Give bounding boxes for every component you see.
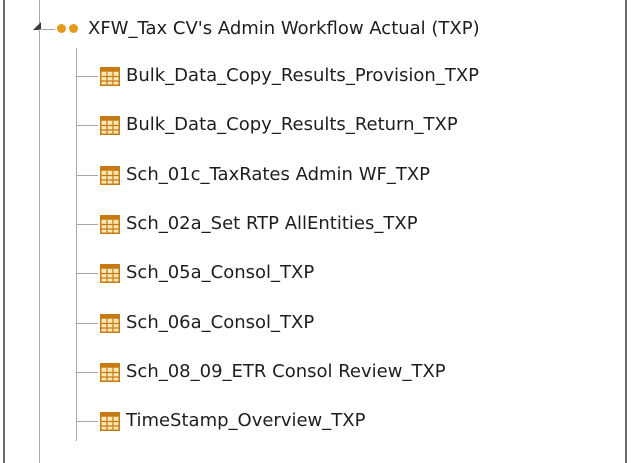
tree-guide-line xyxy=(76,372,98,373)
table-icon xyxy=(100,363,120,382)
table-icon xyxy=(100,67,120,86)
tree-child-node[interactable]: Sch_02a_Set RTP AllEntities_TXP xyxy=(5,205,625,245)
tree-guide-line xyxy=(76,125,98,126)
tree-child-label[interactable]: Sch_06a_Consol_TXP xyxy=(126,310,314,336)
tree-child-node[interactable]: Bulk_Data_Copy_Results_Return_TXP xyxy=(5,106,625,146)
tree-child-label[interactable]: TimeStamp_Overview_TXP xyxy=(126,408,365,434)
tree-guide-line xyxy=(76,76,98,77)
tree-child-label[interactable]: Sch_05a_Consol_TXP xyxy=(126,260,314,286)
tree-child-node[interactable]: Sch_05a_Consol_TXP xyxy=(5,254,625,294)
tree-guide-line xyxy=(39,29,55,30)
tree-root-label[interactable]: XFW_Tax CV's Admin Workflow Actual (TXP) xyxy=(88,16,480,42)
tree-root-node[interactable]: XFW_Tax CV's Admin Workflow Actual (TXP) xyxy=(5,12,625,46)
tree-panel: XFW_Tax CV's Admin Workflow Actual (TXP)… xyxy=(3,0,627,463)
tree-child-label[interactable]: Bulk_Data_Copy_Results_Return_TXP xyxy=(126,112,458,138)
table-icon xyxy=(100,215,120,234)
tree-child-node[interactable]: Sch_08_09_ETR Consol Review_TXP xyxy=(5,353,625,393)
tree-child-label[interactable]: Sch_01c_TaxRates Admin WF_TXP xyxy=(126,162,430,188)
tree-guide-line xyxy=(76,273,98,274)
tree-child-node[interactable]: Bulk_Data_Copy_Results_Provision_TXP xyxy=(5,57,625,97)
tree-child-node[interactable]: Sch_06a_Consol_TXP xyxy=(5,304,625,344)
workflow-dots-icon xyxy=(57,24,83,34)
tree-child-node[interactable]: Sch_01c_TaxRates Admin WF_TXP xyxy=(5,156,625,196)
tree-guide-line xyxy=(76,323,98,324)
tree-child-node[interactable]: TimeStamp_Overview_TXP xyxy=(5,402,625,442)
table-icon xyxy=(100,264,120,283)
tree-guide-line xyxy=(76,175,98,176)
tree-child-label[interactable]: Sch_08_09_ETR Consol Review_TXP xyxy=(126,359,446,385)
table-icon xyxy=(100,166,120,185)
table-icon xyxy=(100,412,120,431)
tree-child-label[interactable]: Bulk_Data_Copy_Results_Provision_TXP xyxy=(126,63,479,89)
table-icon xyxy=(100,314,120,333)
tree-guide-line xyxy=(76,224,98,225)
tree-child-label[interactable]: Sch_02a_Set RTP AllEntities_TXP xyxy=(126,211,418,237)
table-icon xyxy=(100,116,120,135)
tree-guide-line xyxy=(76,421,98,422)
workflow-tree: XFW_Tax CV's Admin Workflow Actual (TXP)… xyxy=(5,0,625,463)
